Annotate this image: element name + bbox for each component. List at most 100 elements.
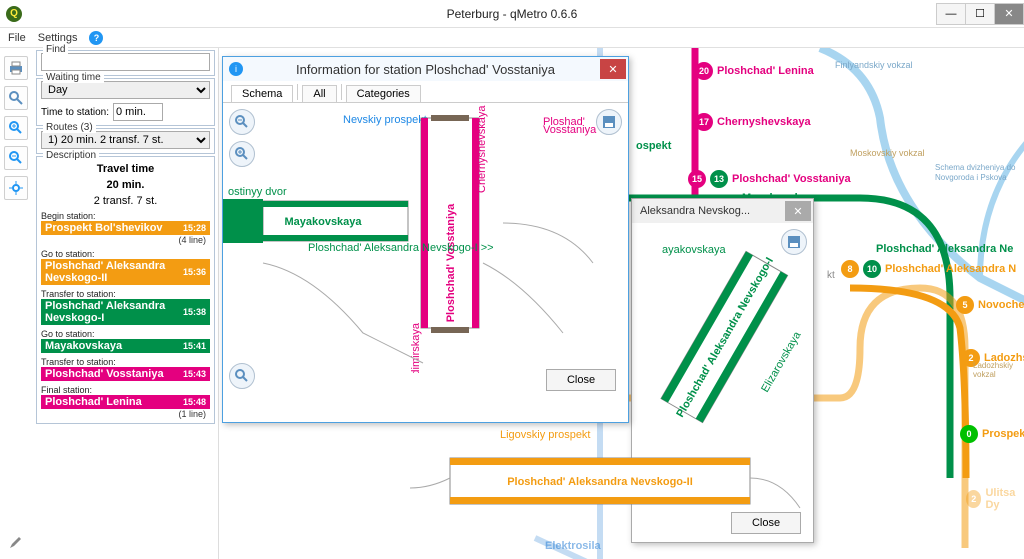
svg-text:Chernyshevskaya >>: Chernyshevskaya >> xyxy=(476,103,488,193)
popup-nevskogo-close-x[interactable]: ✕ xyxy=(785,201,811,221)
menu-file[interactable]: File xyxy=(8,32,26,44)
svg-text:Ploshchad' Aleksandra Nevskogo: Ploshchad' Aleksandra Nevskogo-II xyxy=(507,476,693,488)
station-badge-pair: 13 xyxy=(710,170,728,188)
station-name: Ploshchad' Vosstaniya xyxy=(732,173,851,185)
station-name: Novocher xyxy=(978,299,1024,311)
svg-text:Ploshchad' Vosstaniya: Ploshchad' Vosstaniya xyxy=(445,203,457,322)
popup-vosstaniya-close-button[interactable]: Close xyxy=(546,369,616,391)
step-note: (4 line) xyxy=(41,235,210,245)
popup-tabs: Schema All Categories xyxy=(223,81,628,103)
map-station[interactable]: 810Ploshchad' Aleksandra N xyxy=(841,260,1016,278)
map-label-schema: Schema dvizheniya do xyxy=(935,163,1016,172)
save-schema-icon[interactable] xyxy=(781,229,807,255)
tab-schema[interactable]: Schema xyxy=(231,85,293,102)
map-station[interactable]: 17Chernyshevskaya xyxy=(695,113,811,131)
route-step[interactable]: Mayakovskaya 15:41 xyxy=(41,339,210,353)
svg-text:Ploshchad' Aleksandra Nevskogo: Ploshchad' Aleksandra Nevskogo-I >> xyxy=(308,242,494,254)
route-step[interactable]: Ploshchad' Lenina15:48 xyxy=(41,395,210,409)
station-name: Ploshchad' Aleksandra Ne xyxy=(876,243,1013,255)
map-label-mosk: Moskovskiy vokzal xyxy=(850,148,925,158)
step-time: 15:41 xyxy=(183,341,206,351)
map-station[interactable]: Ploshchad' Aleksandra Ne xyxy=(876,243,1013,255)
step-time: 15:28 xyxy=(183,223,206,233)
zoom-out-button[interactable] xyxy=(4,146,28,170)
route-step[interactable]: Ploshchad' Aleksandra Nevskogo-I15:38 xyxy=(41,299,210,325)
svg-text:Elizarovskaya: Elizarovskaya xyxy=(759,329,804,395)
station-name: Ploshchad' Lenina xyxy=(717,65,814,77)
step-time: 15:43 xyxy=(183,369,206,379)
svg-text:ayakovskaya: ayakovskaya xyxy=(662,244,726,256)
tab-all[interactable]: All xyxy=(302,85,336,102)
step-label: Final station: xyxy=(41,385,210,395)
close-window-button[interactable]: ✕ xyxy=(994,3,1024,25)
station-badge: 5 xyxy=(956,296,974,314)
map-label-novg: Novgoroda i Pskova xyxy=(935,173,1007,182)
map-station[interactable]: 5 Novocher xyxy=(956,296,1024,314)
step-station-name: Ploshchad' Aleksandra Nevskogo-II xyxy=(45,260,183,284)
svg-text:Nevskiy prospekt: Nevskiy prospekt xyxy=(343,114,427,126)
route-step[interactable]: Ploshchad' Vosstaniya 15:43 xyxy=(41,367,210,381)
tab-categories[interactable]: Categories xyxy=(346,85,421,102)
routes-select[interactable]: 1) 20 min. 2 transf. 7 st. xyxy=(41,131,210,149)
popup-vosstaniya-header[interactable]: i Information for station Ploshchad' Vos… xyxy=(223,57,628,81)
info-icon: i xyxy=(229,62,243,76)
popup-vosstaniya-close-x[interactable]: ✕ xyxy=(600,59,626,79)
menu-settings[interactable]: Settings xyxy=(38,32,78,44)
bg-schema-nevskogo-ii: Ploshchad' Aleksandra Nevskogo-II Ligovs… xyxy=(400,418,815,538)
station-name: Chernyshevskaya xyxy=(717,116,811,128)
find-input[interactable] xyxy=(41,53,210,71)
time-to-station-label: Time to station: xyxy=(41,107,109,118)
waiting-select[interactable]: Day xyxy=(41,81,210,99)
step-time: 15:38 xyxy=(183,307,206,317)
route-step[interactable]: Ploshchad' Aleksandra Nevskogo-II15:36 xyxy=(41,259,210,285)
menubar: File Settings ? xyxy=(0,28,1024,48)
step-label: Transfer to station: xyxy=(41,289,210,299)
map-label-kt: kt xyxy=(827,270,835,281)
step-station-name: Ploshchad' Vosstaniya xyxy=(45,368,164,380)
map-station[interactable]: 1513Ploshchad' Vosstaniya xyxy=(688,170,851,188)
svg-text:Ligovskiy prospekt: Ligovskiy prospekt xyxy=(500,429,591,441)
left-toolbar xyxy=(0,48,32,200)
options-button[interactable] xyxy=(6,534,22,553)
svg-text:ostinyy dvor: ostinyy dvor xyxy=(228,186,287,198)
step-station-name: Ploshchad' Lenina xyxy=(45,396,142,408)
find-label: Find xyxy=(43,44,68,55)
step-time: 15:36 xyxy=(183,267,206,277)
description-label: Description xyxy=(43,150,99,161)
svg-text:Vosstaniya: Vosstaniya xyxy=(543,124,597,136)
step-label: Go to station: xyxy=(41,329,210,339)
map-station[interactable]: 0Prospekt xyxy=(960,425,1024,443)
zoom-in-button[interactable] xyxy=(4,116,28,140)
popup-vosstaniya: i Information for station Ploshchad' Vos… xyxy=(222,56,629,423)
station-badge: 0 xyxy=(960,425,978,443)
sidebar: Find Waiting time Day Time to station: R… xyxy=(33,48,219,559)
svg-text:Mayakovskaya: Mayakovskaya xyxy=(284,216,362,228)
route-step[interactable]: Prospekt Bol'shevikov 15:28 xyxy=(41,221,210,235)
tab-divider xyxy=(297,84,298,100)
titlebar: Q Peterburg - qMetro 0.6.6 — ☐ ✕ xyxy=(0,0,1024,28)
station-badge: 20 xyxy=(695,62,713,80)
waiting-group: Waiting time Day Time to station: xyxy=(36,78,215,126)
maximize-button[interactable]: ☐ xyxy=(965,3,995,25)
map-station[interactable]: 20 Ploshchad' Lenina xyxy=(695,62,814,80)
print-button[interactable] xyxy=(4,56,28,80)
map-label-lad: Ladozhskiy vokzal xyxy=(973,361,1024,379)
window-title: Peterburg - qMetro 0.6.6 xyxy=(447,7,578,21)
map-label-ospekt: ospekt xyxy=(636,140,671,152)
step-station-name: Prospekt Bol'shevikov xyxy=(45,222,163,234)
step-label: Go to station: xyxy=(41,249,210,259)
popup-nevskogo-header[interactable]: Aleksandra Nevskog... ✕ xyxy=(632,199,813,223)
popup-nevskogo-title: Aleksandra Nevskog... xyxy=(638,205,785,217)
step-station-name: Mayakovskaya xyxy=(45,340,122,352)
help-icon[interactable]: ? xyxy=(89,31,103,45)
minimize-button[interactable]: — xyxy=(936,3,966,25)
search-button[interactable] xyxy=(4,86,28,110)
svg-text:Ploshchad' Aleksandra Nevskogo: Ploshchad' Aleksandra Nevskogo-I xyxy=(674,255,776,419)
locate-button[interactable] xyxy=(4,176,28,200)
map-label-finl: Finlyandskiy vokzal xyxy=(835,60,913,70)
station-badge: 8 xyxy=(841,260,859,278)
map-station[interactable]: 2Ulitsa Dy xyxy=(966,487,1024,511)
time-to-station-input[interactable] xyxy=(113,103,163,121)
routes-label: Routes (3) xyxy=(43,122,96,133)
window-buttons: — ☐ ✕ xyxy=(937,3,1024,25)
